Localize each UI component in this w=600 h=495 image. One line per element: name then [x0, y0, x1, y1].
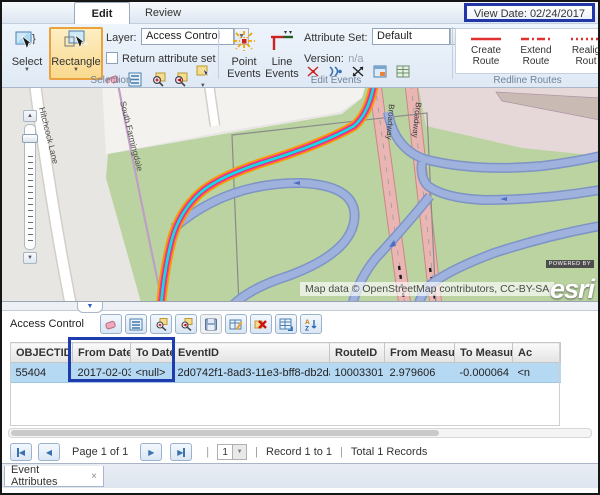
- switch-table-button[interactable]: [275, 314, 297, 334]
- attribute-set-label: Attribute Set:: [304, 32, 368, 44]
- panel-title: Access Control: [10, 318, 84, 330]
- separator: |: [340, 446, 343, 458]
- realign-route-icon: [568, 33, 600, 45]
- map-zoom-slider: ▲ ▼: [22, 110, 38, 264]
- powered-by-label: POWERED BY: [546, 260, 594, 268]
- return-attribute-set-checkbox[interactable]: [106, 52, 118, 64]
- layer-combobox[interactable]: Access Control: [141, 28, 234, 45]
- create-route-label-1: Create: [471, 45, 501, 56]
- separator: |: [255, 446, 258, 458]
- page-number-select[interactable]: 1 ▼: [217, 444, 247, 460]
- delete-record-button[interactable]: [250, 314, 272, 334]
- rectangle-tool-icon: [62, 29, 90, 56]
- next-page-button[interactable]: ▶: [140, 443, 162, 461]
- extend-route-label-2: Route: [523, 56, 550, 67]
- zoom-to-record-button[interactable]: [150, 314, 172, 334]
- attribute-set-combobox[interactable]: Default: [372, 28, 450, 45]
- scrollbar-thumb[interactable]: [11, 430, 439, 436]
- realign-route-label-2: Rout: [575, 56, 596, 67]
- realign-route-button[interactable]: Realig Rout: [564, 33, 600, 67]
- table-body-area: [10, 342, 560, 426]
- create-route-icon: [468, 33, 504, 45]
- table-horizontal-scrollbar: [8, 428, 592, 438]
- line-events-label-1: Line: [272, 56, 293, 68]
- edit-events-group-label: Edit Events: [222, 75, 450, 86]
- extend-route-button[interactable]: Extend Route: [514, 33, 558, 67]
- event-attributes-panel: Access Control: [2, 311, 598, 463]
- zoom-slider-handle[interactable]: [22, 134, 38, 143]
- event-attributes-tab-label: Event Attributes: [11, 464, 83, 488]
- tab-review[interactable]: Review: [132, 2, 194, 24]
- ribbon: } Select ▼ Rectangle ▼ Layer: Access Con…: [2, 24, 598, 88]
- tab-edit[interactable]: Edit: [74, 2, 130, 24]
- select-record-button[interactable]: [100, 314, 122, 334]
- show-selected-records-button[interactable]: [125, 314, 147, 334]
- edit-attributes-button[interactable]: [225, 314, 247, 334]
- select-dropdown-arrow-icon[interactable]: ▼: [24, 68, 30, 73]
- extend-route-label-1: Extend: [520, 45, 551, 56]
- pan-to-record-button[interactable]: [175, 314, 197, 334]
- layer-label: Layer:: [106, 32, 137, 44]
- save-button[interactable]: [200, 314, 222, 334]
- total-records-label: Total 1 Records: [351, 446, 427, 458]
- esri-logo-text: esri: [546, 278, 594, 300]
- point-events-label-1: Point: [231, 56, 256, 68]
- line-events-icon: [269, 29, 295, 56]
- sort-az-button[interactable]: AZ: [300, 314, 322, 334]
- redline-routes-panel: Create Route Extend Route Realig Rout: [455, 28, 600, 74]
- last-page-button[interactable]: ▶: [170, 443, 192, 461]
- create-route-button[interactable]: Create Route: [464, 33, 508, 67]
- svg-text:Z: Z: [305, 325, 309, 331]
- panel-collapse-button[interactable]: ▼: [77, 302, 103, 313]
- record-range-label: Record 1 to 1: [266, 446, 332, 458]
- extend-route-icon: [518, 33, 554, 45]
- tab-bar-strip: [2, 488, 598, 493]
- select-tool-button[interactable]: } Select ▼: [8, 29, 46, 73]
- map-canvas: Hitchcock Lane South Farmingdale Broadwa…: [2, 88, 598, 302]
- rectangle-tool-button[interactable]: Rectangle ▼: [49, 27, 103, 80]
- pagination-bar: ◀ ◀ Page 1 of 1 ▶ ▶ | 1 ▼ | Record 1 to …: [10, 442, 427, 462]
- ribbon-tab-bar: Map Edit Review View Date: 02/24/2017: [2, 2, 598, 24]
- tab-event-attributes[interactable]: Event Attributes ×: [4, 466, 104, 487]
- separator: |: [206, 446, 209, 458]
- group-divider: [218, 27, 219, 79]
- realign-route-label-1: Realig: [572, 45, 600, 56]
- bottom-tab-bar: Event Attributes ×: [2, 463, 598, 493]
- esri-logo: POWERED BY esri: [546, 260, 594, 300]
- page-number-value: 1: [217, 444, 233, 460]
- map-attribution: Map data © OpenStreetMap contributors, C…: [300, 282, 554, 296]
- app-window: Map Edit Review View Date: 02/24/2017 } …: [0, 0, 600, 495]
- svg-text:}: }: [32, 33, 36, 45]
- close-tab-icon[interactable]: ×: [91, 471, 97, 482]
- previous-page-button[interactable]: ◀: [38, 443, 60, 461]
- selection-group-label: Selection: [6, 75, 216, 86]
- create-route-label-2: Route: [473, 56, 500, 67]
- line-events-button[interactable]: Line Events: [264, 29, 300, 80]
- page-select-arrow-icon[interactable]: ▼: [233, 444, 247, 460]
- page-label: Page 1 of 1: [72, 446, 128, 458]
- view-date-box[interactable]: View Date: 02/24/2017: [464, 3, 595, 22]
- select-tool-icon: }: [14, 29, 40, 56]
- group-divider: [452, 27, 453, 79]
- point-events-icon: [231, 29, 257, 56]
- first-page-button[interactable]: ◀: [10, 443, 32, 461]
- redline-routes-group-label: Redline Routes: [455, 75, 600, 86]
- rectangle-dropdown-arrow-icon[interactable]: ▼: [73, 68, 79, 73]
- point-events-button[interactable]: Point Events: [226, 29, 262, 80]
- zoom-slider-ticks: [28, 156, 33, 244]
- map-viewport[interactable]: Hitchcock Lane South Farmingdale Broadwa…: [2, 88, 598, 302]
- zoom-out-button[interactable]: ▼: [23, 252, 37, 264]
- zoom-in-button[interactable]: ▲: [23, 110, 37, 122]
